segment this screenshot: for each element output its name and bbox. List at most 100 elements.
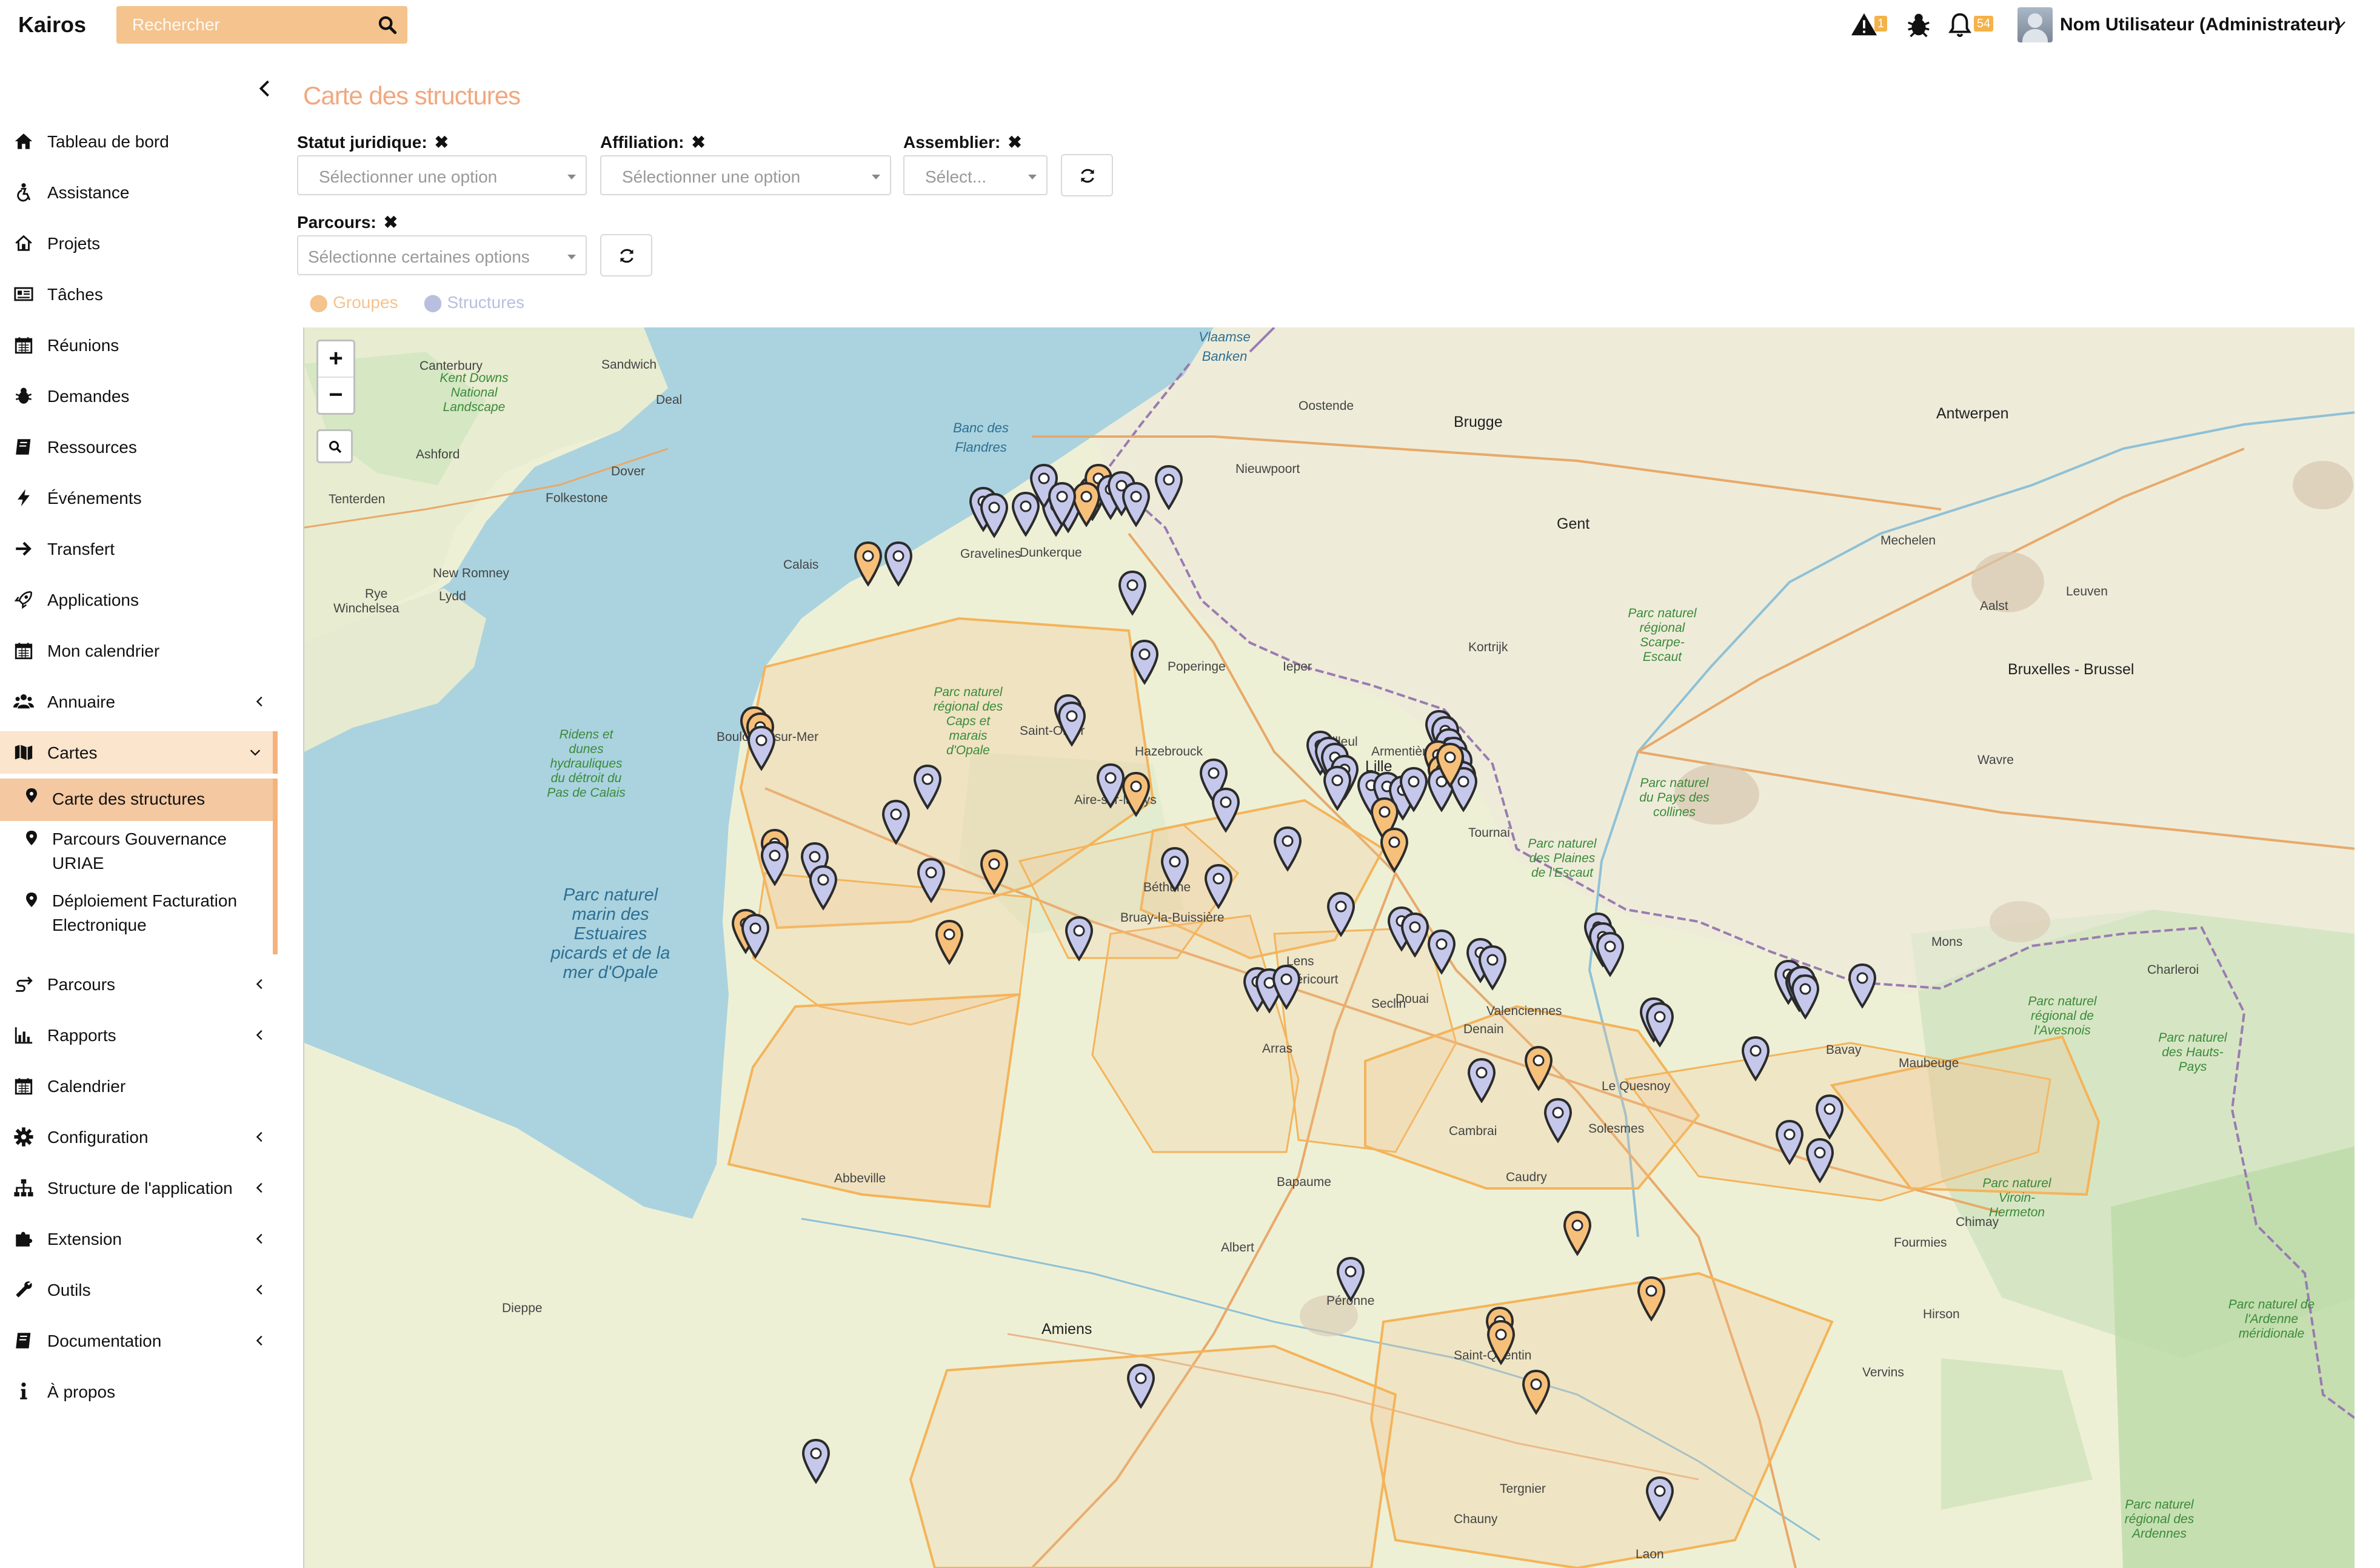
structure-marker[interactable]: [1645, 1476, 1675, 1522]
structure-marker[interactable]: [1790, 974, 1820, 1020]
sidebar-item-extension[interactable]: Extension: [0, 1218, 278, 1260]
structure-marker[interactable]: [1477, 945, 1508, 991]
app-brand[interactable]: Kairos: [18, 12, 86, 38]
zoom-out-button[interactable]: −: [318, 378, 353, 413]
sidebar-item-rapports[interactable]: Rapports: [0, 1014, 278, 1056]
sidebar-item-mon-calendrier[interactable]: Mon calendrier: [0, 629, 278, 672]
structure-marker[interactable]: [1466, 1057, 1497, 1104]
submenu-item-carte-des-structures[interactable]: Carte des structures: [0, 779, 273, 821]
group-marker[interactable]: [979, 849, 1009, 895]
sidebar-item-a-propos[interactable]: À propos: [0, 1370, 278, 1413]
chevron-left-icon[interactable]: [253, 977, 267, 991]
structure-marker[interactable]: [1740, 1036, 1771, 1082]
sidebar-item-applications[interactable]: Applications: [0, 578, 278, 621]
legend-structures[interactable]: ⬤ Structures: [423, 293, 524, 312]
structure-marker[interactable]: [1271, 964, 1302, 1010]
structure-marker[interactable]: [979, 492, 1009, 538]
sidebar-item-demandes[interactable]: Demandes: [0, 375, 278, 417]
group-marker[interactable]: [1523, 1045, 1554, 1091]
sidebar-item-cartes[interactable]: Cartes: [0, 731, 278, 774]
chevron-left-icon[interactable]: [253, 1130, 267, 1144]
structures-map[interactable]: + − Canterbury Sandwich Deal Dover Folkeston…: [303, 327, 2355, 1568]
structure-marker[interactable]: [740, 913, 770, 959]
chevron-left-icon[interactable]: [253, 1028, 267, 1042]
sidebar-item-assistance[interactable]: Assistance: [0, 171, 278, 213]
sidebar-item-outils[interactable]: Outils: [0, 1268, 278, 1311]
structure-marker[interactable]: [1057, 701, 1087, 747]
structure-marker[interactable]: [1322, 765, 1352, 811]
group-marker[interactable]: [1636, 1276, 1666, 1322]
submenu-item-deploiement-facturation[interactable]: Déploiement Facturation Electronique: [0, 888, 273, 946]
structure-marker[interactable]: [1064, 916, 1094, 962]
map-search-button[interactable]: [316, 429, 353, 463]
user-name[interactable]: Nom Utilisateur (Administrateur): [2060, 15, 2341, 35]
chevron-left-icon[interactable]: [253, 1181, 267, 1194]
sidebar-item-evenements[interactable]: Événements: [0, 477, 278, 519]
group-marker[interactable]: [1379, 827, 1409, 873]
bell-icon[interactable]: [1946, 11, 1974, 39]
group-marker[interactable]: [934, 919, 964, 965]
structure-marker[interactable]: [1543, 1097, 1573, 1144]
group-marker[interactable]: [1435, 742, 1465, 788]
structure-marker[interactable]: [912, 764, 943, 810]
group-marker[interactable]: [1121, 771, 1151, 817]
clear-filter-icon[interactable]: ✖: [691, 132, 705, 152]
structure-marker[interactable]: [1335, 1256, 1366, 1302]
structure-marker[interactable]: [1211, 787, 1241, 833]
clear-filter-icon[interactable]: ✖: [1008, 132, 1021, 152]
structure-marker[interactable]: [1121, 481, 1151, 528]
refresh-button[interactable]: [1061, 154, 1113, 196]
structure-marker[interactable]: [916, 857, 946, 903]
avatar[interactable]: [2017, 7, 2053, 42]
structure-marker[interactable]: [1126, 1363, 1156, 1409]
chevron-left-icon[interactable]: [253, 1334, 267, 1347]
affiliation-select[interactable]: Sélectionner une option: [600, 155, 891, 195]
chevron-down-icon[interactable]: [249, 746, 262, 759]
structure-marker[interactable]: [1129, 639, 1160, 685]
sidebar-item-tableau-de-bord[interactable]: Tableau de bord: [0, 120, 278, 162]
group-marker[interactable]: [1521, 1369, 1551, 1415]
assembleur-select[interactable]: Sélect...: [903, 155, 1048, 195]
parcours-select[interactable]: Sélectionne certaines options: [297, 235, 587, 275]
structure-marker[interactable]: [1160, 846, 1190, 893]
structure-marker[interactable]: [760, 840, 790, 886]
structure-marker[interactable]: [1272, 826, 1303, 872]
group-marker[interactable]: [1562, 1210, 1593, 1256]
structure-marker[interactable]: [1805, 1137, 1835, 1184]
statut-juridique-select[interactable]: Sélectionner une option: [297, 155, 587, 195]
sidebar-item-configuration[interactable]: Configuration: [0, 1116, 278, 1158]
zoom-in-button[interactable]: +: [318, 341, 353, 377]
structure-marker[interactable]: [1595, 931, 1625, 977]
structure-marker[interactable]: [1847, 963, 1877, 1009]
chevron-down-icon[interactable]: [2334, 21, 2346, 29]
sidebar-item-calendrier[interactable]: Calendrier: [0, 1065, 278, 1107]
collapse-sidebar-icon[interactable]: [255, 78, 276, 99]
sidebar-item-transfert[interactable]: Transfert: [0, 528, 278, 570]
structure-marker[interactable]: [808, 865, 838, 911]
group-marker[interactable]: [1486, 1319, 1516, 1365]
sidebar-item-taches[interactable]: Tâches: [0, 273, 278, 315]
structure-marker[interactable]: [1426, 929, 1457, 975]
clear-filter-icon[interactable]: ✖: [435, 132, 449, 152]
structure-marker[interactable]: [881, 799, 911, 845]
sidebar-item-reunions[interactable]: Réunions: [0, 324, 278, 366]
structure-marker[interactable]: [1400, 912, 1430, 958]
group-marker[interactable]: [853, 541, 883, 587]
structure-marker[interactable]: [1203, 863, 1234, 910]
sidebar-item-documentation[interactable]: Documentation: [0, 1319, 278, 1362]
structure-marker[interactable]: [1117, 570, 1148, 616]
bug-icon[interactable]: [1905, 11, 1933, 39]
structure-marker[interactable]: [801, 1438, 831, 1484]
legend-groupes[interactable]: ⬤ Groupes: [309, 293, 398, 312]
structure-marker[interactable]: [1154, 464, 1184, 511]
chevron-left-icon[interactable]: [253, 1283, 267, 1296]
structure-marker[interactable]: [1645, 1002, 1675, 1048]
structure-marker[interactable]: [1326, 891, 1356, 937]
chevron-left-icon[interactable]: [253, 1232, 267, 1245]
search-input[interactable]: [116, 6, 371, 44]
sidebar-item-ressources[interactable]: Ressources: [0, 426, 278, 468]
sidebar-item-parcours[interactable]: Parcours: [0, 963, 278, 1005]
structure-marker[interactable]: [1774, 1119, 1805, 1165]
structure-marker[interactable]: [746, 725, 777, 771]
sidebar-item-annuaire[interactable]: Annuaire: [0, 680, 278, 723]
